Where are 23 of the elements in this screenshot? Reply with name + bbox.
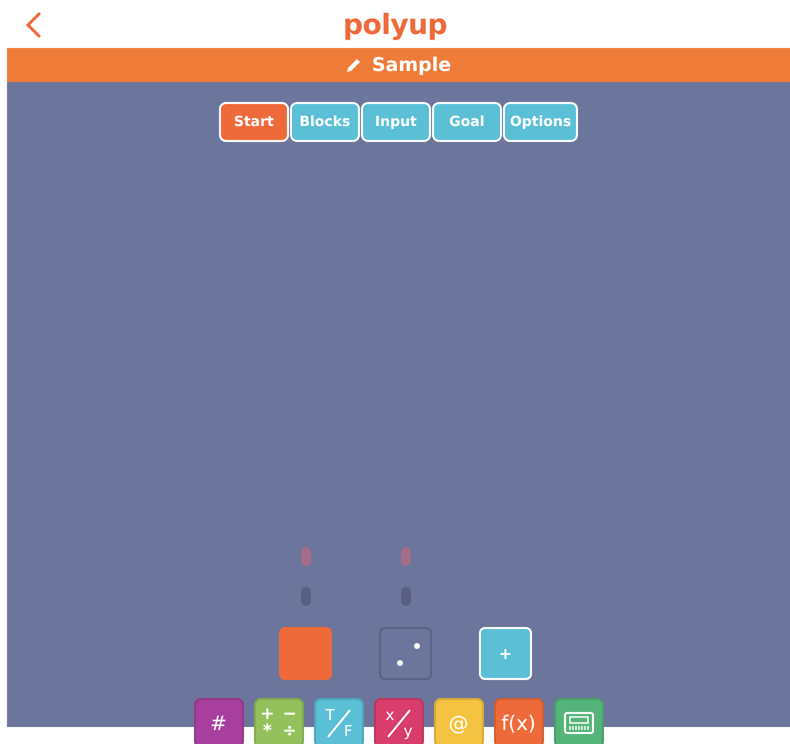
slot-marker: [300, 547, 310, 566]
toolbar-tile[interactable]: @: [434, 698, 484, 744]
slot-marker: [400, 587, 410, 606]
tab[interactable]: Options: [502, 102, 578, 142]
slot-marker: [300, 587, 310, 606]
sheet-title: Sample: [372, 54, 452, 76]
toolbar-tile[interactable]: #: [194, 698, 244, 744]
keyboard-icon: [564, 712, 594, 734]
tab[interactable]: Start: [218, 102, 289, 142]
dice-block[interactable]: [379, 627, 432, 680]
app-logo: polyup: [342, 8, 448, 40]
toolbar-tile[interactable]: T F: [314, 698, 364, 744]
toolbar-tile[interactable]: x y: [374, 698, 424, 744]
tab[interactable]: Blocks: [290, 102, 360, 142]
toolbar-tile[interactable]: [554, 698, 604, 744]
pencil-icon[interactable]: [346, 57, 362, 73]
add-block-button[interactable]: +: [479, 627, 532, 680]
slot-marker: [400, 547, 410, 566]
tab[interactable]: Input: [360, 102, 431, 142]
tab[interactable]: Goal: [432, 102, 502, 142]
toolbar-tile[interactable]: + − * ÷: [254, 698, 304, 744]
back-icon[interactable]: [24, 12, 42, 38]
toolbar-tile[interactable]: f(x): [494, 698, 544, 744]
